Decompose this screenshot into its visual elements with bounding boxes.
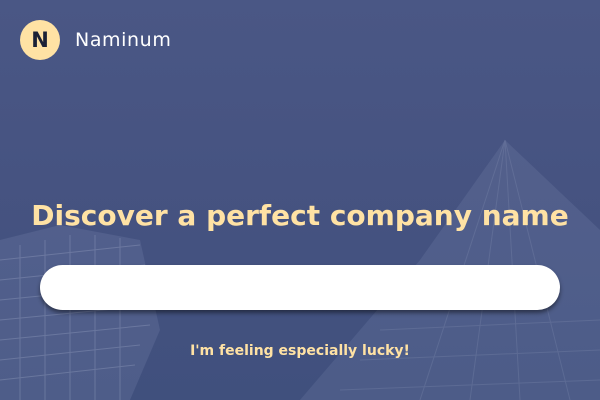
page-headline: Discover a perfect company name [31,199,569,232]
logo-letter: N [31,28,49,52]
company-name-search-input[interactable] [40,265,560,310]
brand-name[interactable]: Naminum [75,29,171,51]
brand-logo[interactable]: N [20,20,60,60]
site-header: N Naminum [20,20,171,60]
landing-page: N Naminum Discover a perfect company nam… [0,0,600,400]
feeling-lucky-link[interactable]: I'm feeling especially lucky! [0,340,600,362]
